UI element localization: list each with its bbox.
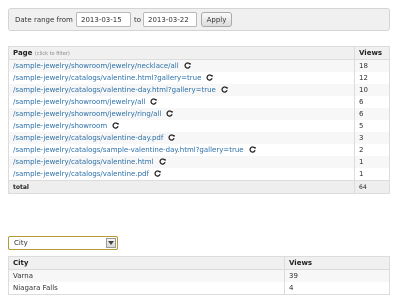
page-link[interactable]: /sample-jewelry/catalogs/valentine-day.p…	[13, 134, 163, 142]
cities-table: City Views Varna 39 Niagara Falls 4	[8, 256, 390, 295]
date-to-input[interactable]	[143, 12, 197, 27]
refresh-icon[interactable]	[150, 98, 158, 105]
table-row: /sample-jewelry/catalogs/valentine.html?…	[8, 72, 390, 84]
page-link[interactable]: /sample-jewelry/catalogs/valentine.html	[13, 158, 154, 166]
views-cell: 12	[354, 72, 390, 84]
refresh-icon[interactable]	[206, 74, 214, 81]
page-link[interactable]: /sample-jewelry/catalogs/valentine.pdf	[13, 170, 149, 178]
total-label: total	[8, 180, 355, 194]
city-views-cell: 39	[284, 269, 390, 282]
city-views-column-header[interactable]: Views	[284, 256, 390, 270]
page-link[interactable]: /sample-jewelry/showroom/jewelry/ring/al…	[13, 110, 161, 118]
views-cell: 2	[354, 144, 390, 156]
page-link[interactable]: /sample-jewelry/showroom/jewelry/necklac…	[13, 62, 179, 70]
refresh-icon[interactable]	[166, 110, 174, 117]
table-row: /sample-jewelry/catalogs/valentine.pdf 1	[8, 168, 390, 181]
views-cell: 5	[354, 120, 390, 132]
date-from-input[interactable]	[76, 12, 131, 27]
views-cell: 3	[354, 132, 390, 144]
page-header-label: Page	[13, 49, 33, 57]
city-cell: Niagara Falls	[8, 282, 285, 295]
page-link[interactable]: /sample-jewelry/catalogs/sample-valentin…	[13, 146, 244, 154]
table-row: /sample-jewelry/catalogs/valentine-day.h…	[8, 84, 390, 96]
city-cell: Varna	[8, 269, 285, 282]
table-row: /sample-jewelry/catalogs/valentine.html 1	[8, 156, 390, 168]
views-cell: 6	[354, 96, 390, 108]
dimension-select-value: City	[14, 239, 28, 247]
table-row: /sample-jewelry/showroom/jewelry/necklac…	[8, 59, 390, 72]
refresh-icon[interactable]	[158, 158, 166, 165]
views-cell: 1	[354, 168, 390, 181]
page-cell: /sample-jewelry/showroom/jewelry/ring/al…	[8, 108, 355, 120]
table-row: /sample-jewelry/catalogs/valentine-day.p…	[8, 132, 390, 144]
page-link[interactable]: /sample-jewelry/catalogs/valentine.html?…	[13, 74, 201, 82]
views-cell: 18	[354, 59, 390, 72]
cities-table-header: City Views	[8, 256, 390, 270]
page-cell: /sample-jewelry/catalogs/valentine.pdf	[8, 168, 355, 181]
chevron-down-icon[interactable]	[106, 238, 116, 248]
page-column-header[interactable]: Page (click to filter)	[8, 46, 355, 60]
page-cell: /sample-jewelry/showroom/jewelry/all	[8, 96, 355, 108]
refresh-icon[interactable]	[112, 122, 119, 129]
page-cell: /sample-jewelry/showroom/jewelry/necklac…	[8, 59, 355, 72]
page-cell: /sample-jewelry/showroom	[8, 120, 355, 132]
table-row: /sample-jewelry/showroom 5	[8, 120, 390, 132]
dimension-select[interactable]: City	[8, 236, 118, 250]
date-range-to-label: to	[134, 16, 142, 24]
page-cell: /sample-jewelry/catalogs/sample-valentin…	[8, 144, 355, 156]
views-cell: 1	[354, 156, 390, 168]
total-value: 64	[354, 180, 390, 194]
table-row: /sample-jewelry/catalogs/sample-valentin…	[8, 144, 390, 156]
page-cell: /sample-jewelry/catalogs/valentine.html	[8, 156, 355, 168]
refresh-icon[interactable]	[221, 86, 228, 93]
page-link[interactable]: /sample-jewelry/showroom/jewelry/all	[13, 98, 145, 106]
page-cell: /sample-jewelry/catalogs/valentine.html?…	[8, 72, 355, 84]
views-cell: 6	[354, 108, 390, 120]
page-header-hint: (click to filter)	[34, 51, 70, 57]
city-column-header[interactable]: City	[8, 256, 285, 270]
pages-table-header: Page (click to filter) Views	[8, 46, 390, 60]
views-cell: 10	[354, 84, 390, 96]
refresh-icon[interactable]	[249, 146, 256, 153]
refresh-icon[interactable]	[154, 170, 161, 177]
table-row: Varna 39	[8, 269, 390, 282]
table-row: /sample-jewelry/showroom/jewelry/all 6	[8, 96, 390, 108]
page-cell: /sample-jewelry/catalogs/valentine-day.p…	[8, 132, 355, 144]
city-views-cell: 4	[284, 282, 390, 295]
page-link[interactable]: /sample-jewelry/showroom	[13, 122, 107, 130]
refresh-icon[interactable]	[168, 134, 176, 141]
views-column-header[interactable]: Views	[354, 46, 390, 60]
apply-button[interactable]: Apply	[201, 12, 232, 27]
table-row: Niagara Falls 4	[8, 282, 390, 295]
total-row: total 64	[8, 180, 390, 194]
table-row: /sample-jewelry/showroom/jewelry/ring/al…	[8, 108, 390, 120]
date-range-from-label: Date range from	[15, 16, 73, 24]
page-link[interactable]: /sample-jewelry/catalogs/valentine-day.h…	[13, 86, 216, 94]
page-cell: /sample-jewelry/catalogs/valentine-day.h…	[8, 84, 355, 96]
date-range-bar: Date range from to Apply	[8, 8, 390, 31]
refresh-icon[interactable]	[184, 62, 191, 69]
pages-table: Page (click to filter) Views /sample-jew…	[8, 46, 390, 194]
